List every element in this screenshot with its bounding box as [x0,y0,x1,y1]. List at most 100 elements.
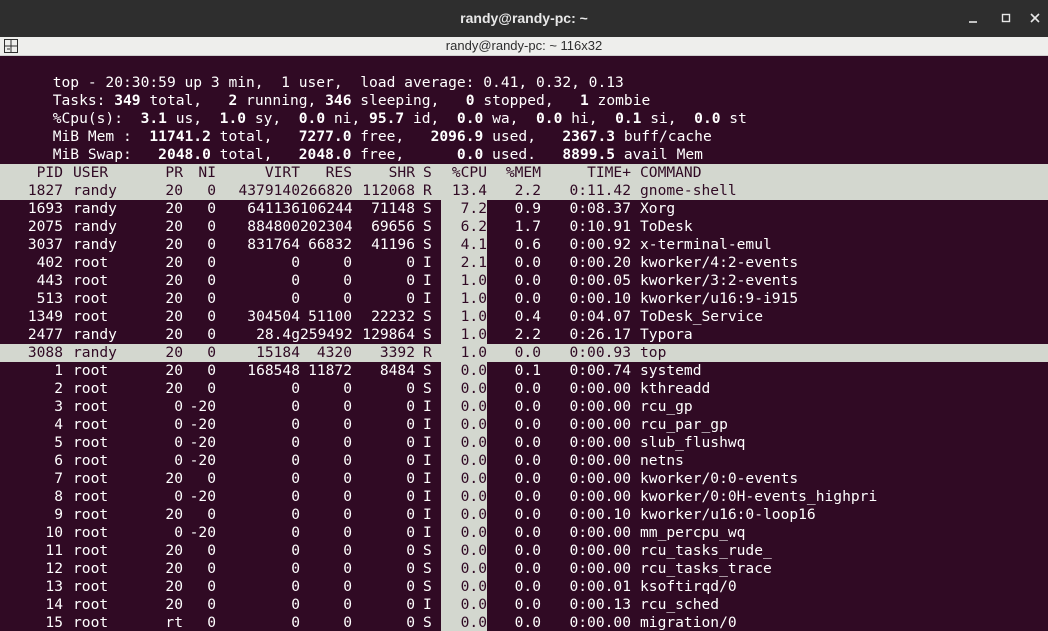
cell-cpu: 1.0 [460,326,487,343]
cell-cpu: 0.0 [460,506,487,523]
cell-command: netns [640,452,684,469]
swap-avail-label: avail Mem [615,146,703,163]
cell-command: rcu_gp [640,398,693,415]
cell-virt: 0 [291,416,300,433]
cell-user: root [73,596,109,613]
cell-state: S [423,614,432,631]
cell-state: I [423,470,432,487]
cell-pr: rt [165,614,183,631]
cell-time: 0:00.74 [569,362,631,379]
table-row: 6 root 0 -20 0 0 0 I 0.0 0.0 0:00.00 netns [0,452,1048,470]
cell-cpu: 0.0 [460,362,487,379]
header-state: S [423,164,432,181]
window-title: randy@randy-pc: ~ [460,10,588,26]
cell-state: S [423,542,432,559]
cell-state: S [423,326,432,343]
cell-user: root [73,380,109,397]
cell-shr: 0 [406,416,415,433]
cell-pid: 5 [54,434,63,451]
cell-mem: 0.0 [514,290,541,307]
table-row: 2075 randy 20 0 884800 202304 69656 S 6.2 1.7 0:10… [0,218,1048,236]
cell-state: I [423,488,432,505]
cell-time: 0:00.00 [569,560,631,577]
terminal-content[interactable]: top - 20:30:59 up 3 min, 1 user, load av… [0,56,1048,631]
cell-command: rcu_tasks_trace [640,560,772,577]
maximize-button[interactable] [995,8,1017,28]
cell-virt: 4379140 [238,182,300,199]
cell-pid: 1349 [27,308,63,325]
cell-virt: 0 [291,488,300,505]
cell-time: 0:00.93 [569,344,631,361]
cell-shr: 0 [406,614,415,631]
cell-virt: 0 [291,272,300,289]
cell-user: root [73,272,109,289]
cell-shr: 0 [406,488,415,505]
cell-cpu: 6.2 [460,218,487,235]
cell-virt: 0 [291,470,300,487]
cell-ni: 0 [207,218,216,235]
cell-res: 0 [343,596,352,613]
cell-pr: 20 [165,362,183,379]
tasks-line: Tasks: 349 total, 2 running, 346 sleepin… [0,74,1048,109]
cell-res: 0 [343,434,352,451]
cell-virt: 0 [291,542,300,559]
cell-ni: 0 [207,506,216,523]
cell-pid: 15 [45,614,63,631]
cell-ni: 0 [207,614,216,631]
cell-pr: 0 [174,398,183,415]
cell-pid: 14 [45,596,63,613]
cell-res: 4320 [316,344,352,361]
cell-pr: 20 [165,344,183,361]
cell-cpu: 0.0 [460,578,487,595]
cell-mem: 0.0 [514,254,541,271]
cell-user: randy [73,182,117,199]
cell-command: ksoftirqd/0 [640,578,737,595]
cell-state: I [423,524,432,541]
cell-res: 202304 [300,218,353,235]
cell-ni: 0 [207,578,216,595]
cell-state: S [423,380,432,397]
cell-virt: 884800 [247,218,300,235]
table-row: 15 root rt 0 0 0 0 S 0.0 0.0 0:00.00 migration/0 [0,614,1048,631]
cell-command: rcu_tasks_rude_ [640,542,772,559]
cell-shr: 0 [406,452,415,469]
cell-res: 0 [343,488,352,505]
cell-shr: 0 [406,578,415,595]
cell-shr: 0 [406,380,415,397]
cell-pr: 20 [165,236,183,253]
cell-state: S [423,362,432,379]
table-row: 443 root 20 0 0 0 0 I 1.0 0.0 0:00.05 kworker/3:2-e… [0,272,1048,290]
cell-user: root [73,614,109,631]
cell-shr: 22232 [371,308,415,325]
cell-ni: 0 [207,200,216,217]
cell-state: I [423,596,432,613]
cell-state: S [423,236,432,253]
cell-pr: 20 [165,578,183,595]
cell-pr: 20 [165,380,183,397]
cell-shr: 0 [406,542,415,559]
cell-shr: 0 [406,254,415,271]
cell-ni: 0 [207,362,216,379]
swap-line: MiB Swap: 2048.0 total, 2048.0 free, 0.0… [0,128,1048,163]
cell-pid: 10 [45,524,63,541]
cell-res: 106244 [300,200,353,217]
cell-virt: 831764 [247,236,300,253]
swap-used: 0.0 [456,146,484,163]
close-button[interactable] [1024,8,1046,28]
cell-mem: 0.0 [514,416,541,433]
cell-mem: 0.0 [514,452,541,469]
cell-mem: 0.0 [514,488,541,505]
cell-pr: 20 [165,506,183,523]
cell-virt: 28.4g [256,326,300,343]
window-titlebar[interactable]: randy@randy-pc: ~ [0,0,1048,37]
cell-pr: 20 [165,290,183,307]
cell-pr: 20 [165,200,183,217]
cell-mem: 0.0 [514,524,541,541]
table-row: 1693 randy 20 0 641136 106244 71148 S 7.2 0.9 0:08… [0,200,1048,218]
header-shr: SHR [388,164,415,181]
uptime-line: top - 20:30:59 up 3 min, 1 user, load av… [0,56,1048,91]
cell-pr: 0 [174,488,183,505]
minimize-button[interactable] [962,8,984,28]
cell-pid: 2477 [27,326,63,343]
cell-pid: 3037 [27,236,63,253]
